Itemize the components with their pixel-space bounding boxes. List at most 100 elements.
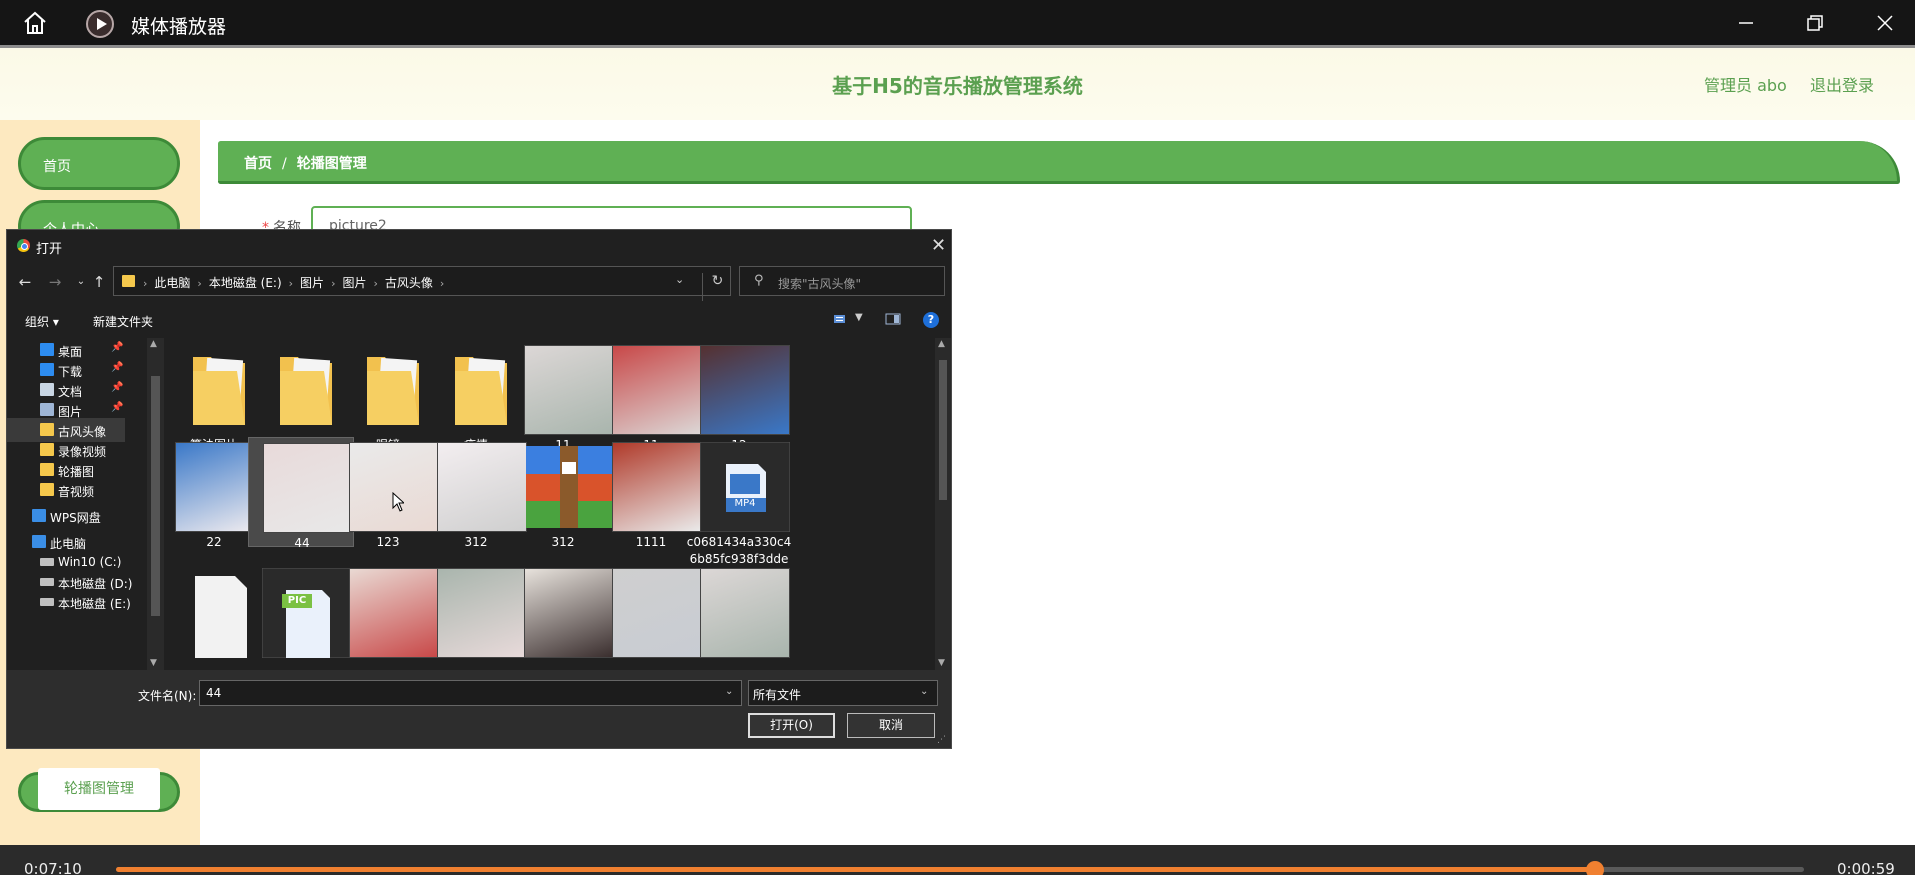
filename-label: 文件名(N): bbox=[138, 689, 197, 703]
nav-item[interactable]: 本地磁盘 (E:) bbox=[7, 590, 131, 614]
home-icon[interactable] bbox=[22, 11, 48, 35]
download-icon bbox=[40, 363, 54, 376]
document-icon bbox=[40, 383, 54, 396]
new-folder-button[interactable]: 新建文件夹 bbox=[93, 313, 153, 330]
nav-item-label: WPS网盘 bbox=[50, 511, 101, 525]
seek-bar[interactable] bbox=[116, 861, 1804, 875]
scroll-up-icon[interactable]: ▲ bbox=[938, 339, 945, 349]
video-file-icon: MP4 bbox=[699, 441, 791, 533]
filetype-value: 所有文件 bbox=[753, 688, 802, 702]
organize-label: 组织 bbox=[25, 315, 50, 329]
folder-icon bbox=[122, 275, 135, 287]
file-grid: 算法图片鲜奶眼镜疫情11111222441233123121111MP4c068… bbox=[173, 338, 933, 670]
nav-item-label: 本地磁盘 (E:) bbox=[58, 597, 131, 611]
view-dropdown-icon[interactable]: ▼ bbox=[855, 312, 863, 323]
filetype-select[interactable]: 所有文件 ⌄ bbox=[748, 680, 938, 706]
pin-icon: 📌 bbox=[111, 382, 124, 393]
breadcrumb-home[interactable]: 首页 bbox=[244, 156, 272, 172]
computer-icon bbox=[32, 535, 46, 548]
nav-scroll-thumb[interactable] bbox=[151, 376, 160, 616]
open-file-dialog: 打开 ✕ ← → ⌄ ↑ › 此电脑 › 本地磁盘 (E:) › 图片 › 图片 › 古风头像 › … bbox=[6, 229, 952, 749]
chevron-down-icon[interactable]: ⌄ bbox=[725, 686, 733, 697]
folder-icon bbox=[40, 463, 54, 476]
scroll-down-icon[interactable]: ▼ bbox=[938, 658, 945, 668]
app-title: 媒体播放器 bbox=[131, 16, 227, 38]
chrome-icon bbox=[17, 239, 30, 252]
recent-locations-chevron-icon[interactable]: ⌄ bbox=[73, 274, 89, 290]
mouse-cursor-icon bbox=[392, 492, 404, 512]
sidebar-item-home[interactable]: 首页 bbox=[18, 137, 180, 190]
chevron-down-icon[interactable]: ⌄ bbox=[920, 686, 928, 697]
cancel-button[interactable]: 取消 bbox=[847, 713, 935, 738]
view-options-icon[interactable] bbox=[833, 312, 849, 326]
address-dropdown-chevron-icon[interactable]: ⌄ bbox=[675, 273, 684, 286]
filename-input[interactable]: 44 ⌄ bbox=[199, 680, 742, 706]
dialog-toolbar: 组织 ▾ 新建文件夹 ▼ ? bbox=[7, 306, 951, 334]
address-crumb[interactable]: 图片 bbox=[342, 276, 366, 290]
search-icon: ⚲ bbox=[754, 273, 764, 288]
nav-item[interactable]: 音视频 bbox=[7, 478, 125, 502]
scroll-up-icon[interactable]: ▲ bbox=[150, 339, 157, 349]
system-title: 基于H5的音乐播放管理系统 bbox=[832, 74, 1083, 98]
image-thumbnail bbox=[700, 345, 790, 435]
folder-icon bbox=[40, 483, 54, 496]
sidebar-item-label: 首页 bbox=[43, 159, 71, 175]
breadcrumb-chevron-icon: › bbox=[331, 277, 336, 290]
forward-arrow-icon[interactable]: → bbox=[47, 274, 63, 290]
pin-icon: 📌 bbox=[111, 342, 124, 353]
minimize-icon[interactable] bbox=[1734, 11, 1758, 35]
drive-icon bbox=[40, 558, 54, 566]
breadcrumb-chevron-icon: › bbox=[143, 277, 148, 290]
address-crumb[interactable]: 古风头像 bbox=[385, 276, 433, 290]
address-bar[interactable]: › 此电脑 › 本地磁盘 (E:) › 图片 › 图片 › 古风头像 › ⌄ ↻ bbox=[113, 266, 731, 301]
file-item[interactable] bbox=[686, 563, 792, 670]
help-icon[interactable]: ? bbox=[923, 312, 939, 328]
pictures-icon bbox=[40, 403, 54, 416]
player-control-bar: 0:07:10 0:00:59 bbox=[0, 845, 1915, 875]
file-item[interactable]: 12 bbox=[686, 340, 792, 452]
close-icon[interactable] bbox=[1873, 11, 1897, 35]
image-thumbnail bbox=[700, 568, 790, 658]
dialog-title: 打开 bbox=[36, 242, 63, 257]
current-time: 0:07:10 bbox=[24, 860, 82, 875]
drive-icon bbox=[40, 578, 54, 586]
breadcrumb-separator: / bbox=[282, 156, 287, 172]
navigation-pane: 桌面 📌 下载 📌 文档 📌 图片 📌 古风头像 录像视频 轮播图 音视频 WPS网盘 此电脑 Win10 … bbox=[7, 338, 137, 670]
folder-icon bbox=[40, 443, 54, 456]
admin-user-label: 管理员 abo bbox=[1704, 76, 1787, 95]
file-item[interactable]: MP4c0681434a330c46b85fc938f3ddee200 bbox=[686, 437, 792, 583]
media-player-logo-icon bbox=[86, 10, 114, 38]
address-crumb[interactable]: 本地磁盘 (E:) bbox=[209, 276, 282, 290]
address-crumb[interactable]: 图片 bbox=[300, 276, 324, 290]
up-arrow-icon[interactable]: ↑ bbox=[91, 274, 107, 290]
scroll-down-icon[interactable]: ▼ bbox=[150, 658, 157, 668]
breadcrumb-chevron-icon: › bbox=[373, 277, 378, 290]
dialog-title-bar: 打开 ✕ bbox=[7, 230, 951, 260]
address-crumb[interactable]: 此电脑 bbox=[154, 276, 190, 290]
file-scroll-thumb[interactable] bbox=[939, 360, 947, 500]
search-input[interactable]: ⚲ 搜索"古风头像" bbox=[739, 266, 945, 296]
breadcrumb-chevron-icon: › bbox=[197, 277, 202, 290]
breadcrumb: 首页 / 轮播图管理 bbox=[218, 141, 1900, 184]
seek-handle[interactable] bbox=[1585, 861, 1604, 875]
organize-button[interactable]: 组织 ▾ bbox=[25, 313, 59, 330]
nav-item-label: Win10 (C:) bbox=[58, 555, 122, 569]
open-button[interactable]: 打开(O) bbox=[748, 713, 835, 738]
restore-icon[interactable] bbox=[1803, 11, 1827, 35]
site-header: 基于H5的音乐播放管理系统 管理员 abo 退出登录 bbox=[0, 48, 1915, 120]
logout-link[interactable]: 退出登录 bbox=[1810, 72, 1874, 96]
breadcrumb-chevron-icon: › bbox=[288, 277, 294, 290]
nav-scrollbar[interactable]: ▲ ▼ bbox=[147, 338, 164, 670]
dialog-close-icon[interactable]: ✕ bbox=[931, 235, 946, 256]
file-scrollbar[interactable]: ▲ ▼ bbox=[935, 338, 951, 670]
sidebar-subitem-carousel-management[interactable]: 轮播图管理 bbox=[38, 768, 160, 810]
back-arrow-icon[interactable]: ← bbox=[17, 274, 33, 290]
breadcrumb-current: 轮播图管理 bbox=[296, 156, 367, 172]
nav-item[interactable]: WPS网盘 bbox=[7, 504, 125, 528]
preview-pane-icon[interactable] bbox=[885, 312, 901, 326]
mp4-badge: MP4 bbox=[734, 498, 756, 509]
desktop-icon bbox=[40, 343, 54, 356]
player-title-bar: 媒体播放器 bbox=[0, 0, 1915, 48]
resize-grip-icon[interactable]: ⋰ bbox=[937, 735, 946, 745]
refresh-icon[interactable]: ↻ bbox=[702, 273, 732, 301]
